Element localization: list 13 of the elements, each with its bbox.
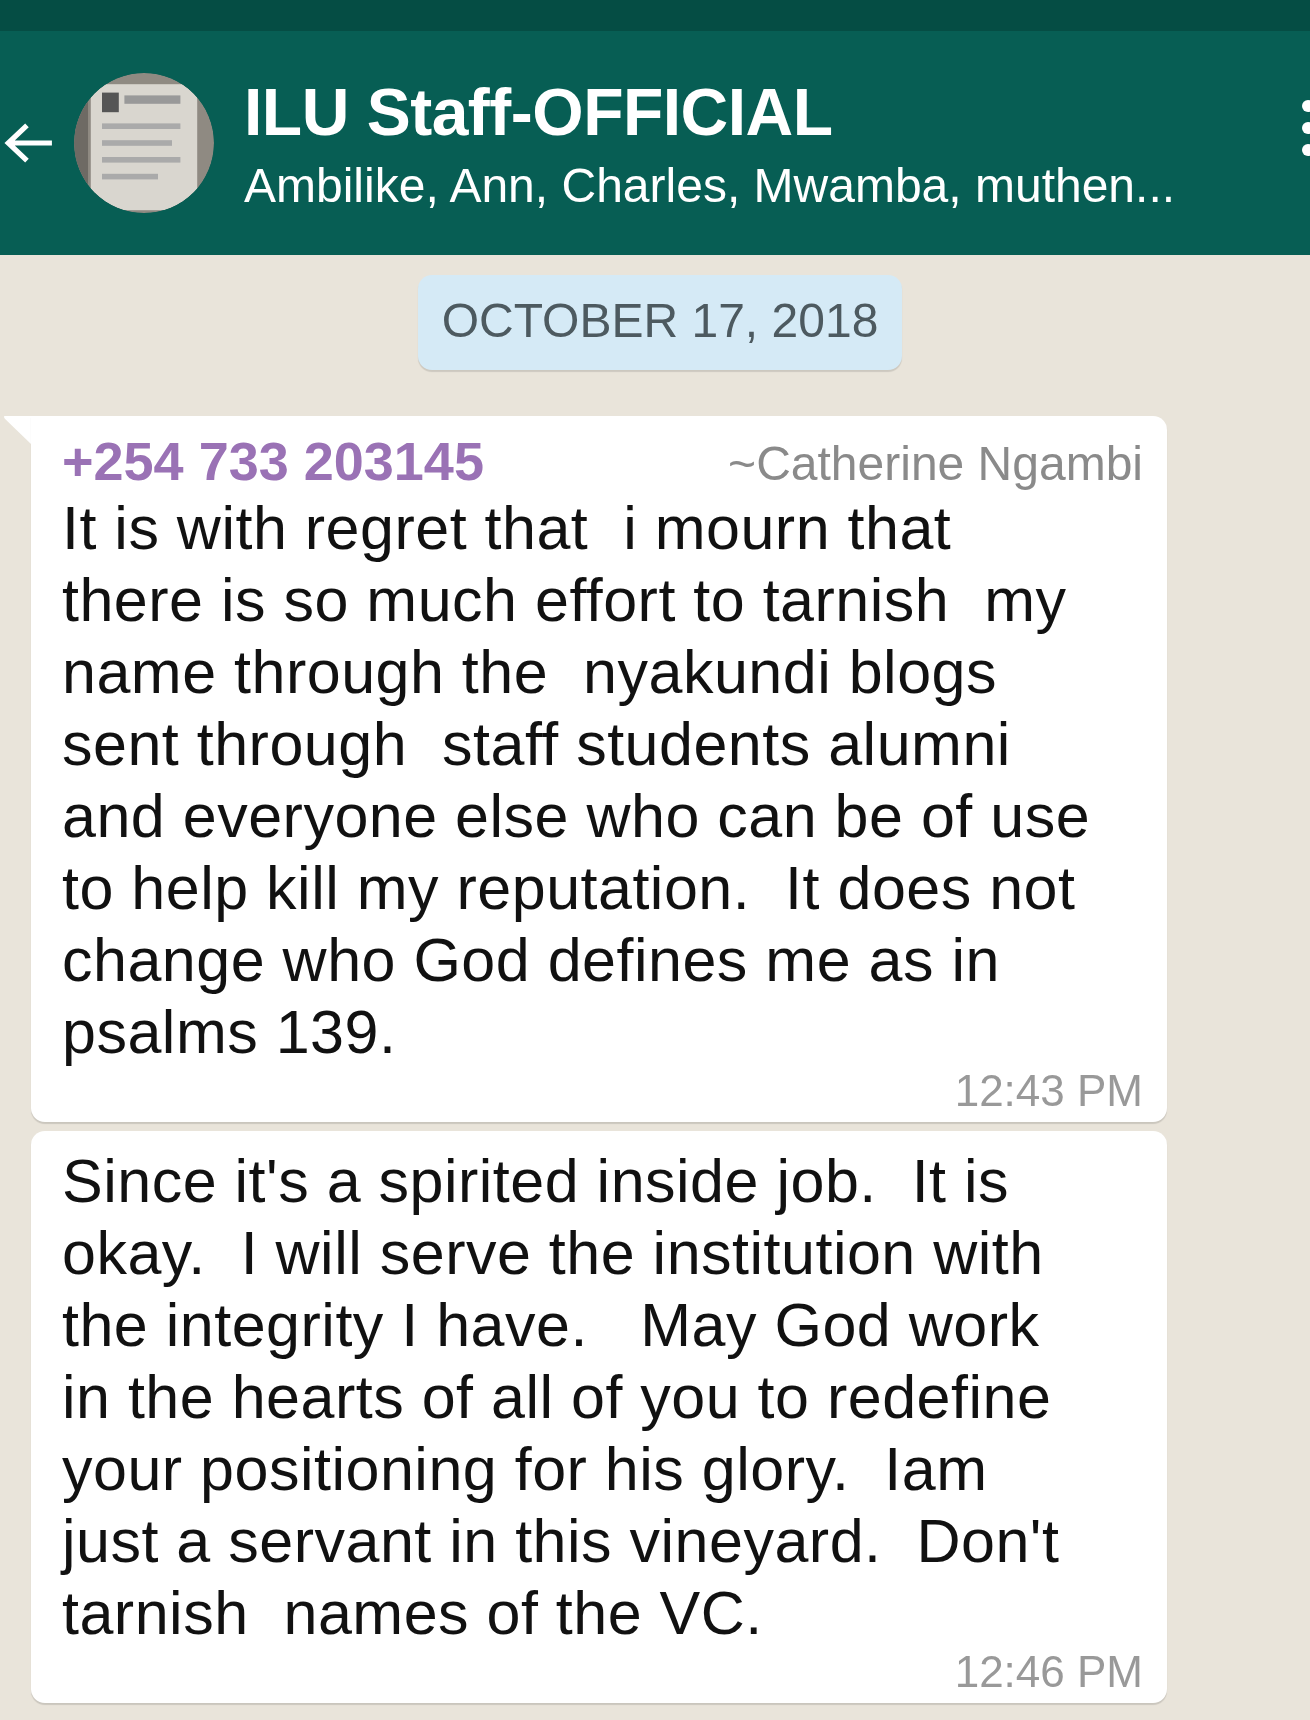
message-bubble[interactable] — [31, 416, 1167, 1122]
sender-name: ~Catherine Ngambi — [728, 436, 1143, 491]
sender-number[interactable]: +254 733 203145 — [62, 430, 484, 492]
group-members: Ambilike, Ann, Charles, Mwamba, muthen... — [244, 157, 1176, 213]
message-time: 12:43 PM — [954, 1068, 1143, 1114]
message-text: It is with regret that i mourn that there is so much effort to tarnish my name through the nyakundi blogs sent through staff students alumni and everyone else who can be of use to help kill my reputation. It does not change who God defines me as in psalms 139. — [62, 493, 1092, 1068]
message-text: Since it's a spirited inside job. It is okay. I will serve the institution with the integrity I have. May God work in the hearts of all of you to redefine your positioning for his glory. Iam just a servant in this vineyard. Don't tarnish names of the VC. — [62, 1146, 1061, 1649]
group-name[interactable]: ILU Staff-OFFICIAL — [244, 73, 833, 150]
date-chip: OCTOBER 17, 2018 — [417, 275, 903, 370]
bubble-tail — [3, 416, 31, 444]
message-time: 12:46 PM — [954, 1649, 1143, 1695]
back-arrow-icon[interactable] — [2, 122, 54, 164]
message-bubble[interactable] — [31, 1131, 1167, 1703]
